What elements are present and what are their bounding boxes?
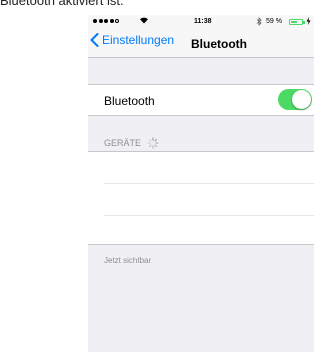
list-item [104, 184, 314, 216]
back-button-label: Einstellungen [102, 33, 175, 47]
status-time: 11:38 [194, 18, 212, 25]
device-list [88, 151, 314, 245]
battery-icon [289, 19, 303, 25]
list-item [104, 152, 314, 184]
visibility-status-text: Jetzt sichtbar [104, 256, 152, 265]
bluetooth-setting-row: Bluetooth [88, 84, 314, 116]
page-title: Bluetooth [191, 37, 247, 51]
charging-icon [306, 17, 311, 27]
devices-header-label: GERÄTE [104, 138, 142, 148]
phone-screen: 11:38 59 % Einstellungen Bluetooth Bluet… [88, 15, 314, 352]
bluetooth-status-icon [256, 17, 262, 28]
battery-tip [303, 20, 305, 24]
battery-percent: 59 % [266, 18, 282, 25]
chevron-left-icon [90, 33, 99, 47]
signal-strength-icon [93, 19, 119, 23]
wifi-icon [139, 16, 149, 26]
bluetooth-label: Bluetooth [104, 94, 155, 108]
list-item [104, 216, 314, 247]
back-button[interactable]: Einstellungen [90, 33, 174, 47]
bluetooth-toggle[interactable] [278, 89, 312, 110]
toggle-knob [292, 90, 311, 109]
caption-text: Bluetooth aktiviert ist. [0, 0, 124, 8]
status-bar: 11:38 59 % [88, 15, 314, 29]
devices-section-header: GERÄTE [104, 137, 159, 149]
loading-spinner-icon [147, 137, 159, 149]
navigation-bar: Einstellungen Bluetooth [88, 29, 314, 58]
battery-fill [291, 21, 297, 23]
